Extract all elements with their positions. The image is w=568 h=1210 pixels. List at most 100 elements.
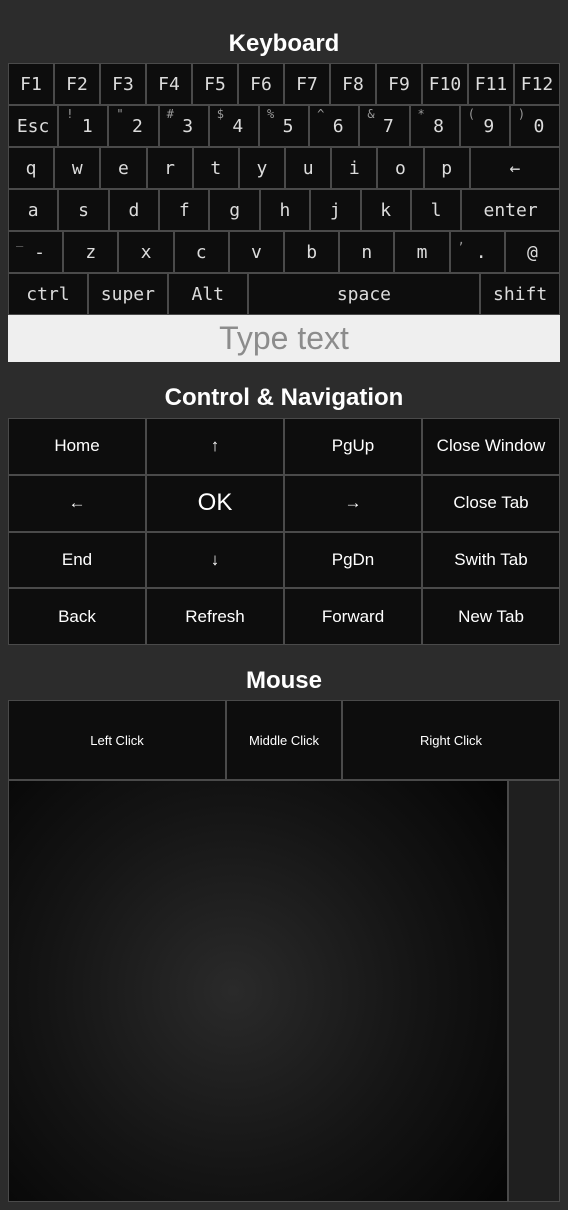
home-button[interactable]: Home — [8, 418, 146, 475]
key-f12[interactable]: F12 — [514, 63, 560, 105]
key-ctrl[interactable]: ctrl — [8, 273, 88, 315]
key-g[interactable]: g — [209, 189, 260, 231]
keyboard-row: ctrl super Alt space shift — [8, 273, 561, 315]
key-alt[interactable]: Alt — [167, 273, 248, 315]
key-1[interactable]: ! 1 — [58, 105, 109, 147]
key-t[interactable]: t — [192, 147, 239, 189]
key-label: l — [430, 199, 442, 221]
key-space[interactable]: space — [247, 273, 481, 315]
key-z[interactable]: z — [63, 231, 119, 273]
up-arrow-button[interactable]: ↑ — [146, 418, 284, 475]
key-f3[interactable]: F3 — [100, 63, 146, 105]
key-8[interactable]: * 8 — [409, 105, 460, 147]
key-f11[interactable]: F11 — [468, 63, 514, 105]
keyboard: F1 F2 F3 F4 F5 F6 F7 F8 F9 F10 F11 F12 Esc! 1 " 2 #3 $4% 5… — [8, 63, 561, 315]
key-v[interactable]: v — [228, 231, 285, 273]
new-tab-button[interactable]: New Tab — [422, 588, 560, 645]
key-e[interactable]: e — [100, 147, 147, 189]
middle-click-button[interactable]: Middle Click — [226, 700, 342, 780]
key-label: 8 — [433, 115, 445, 137]
key-backspace[interactable]: ← — [469, 147, 561, 189]
key-k[interactable]: k — [360, 189, 411, 231]
key-y[interactable]: y — [238, 147, 286, 189]
key-p[interactable]: p — [423, 147, 470, 189]
key-period[interactable]: ,. — [449, 231, 505, 273]
refresh-button[interactable]: Refresh — [146, 588, 284, 645]
forward-button[interactable]: Forward — [284, 588, 422, 645]
end-button[interactable]: End — [8, 531, 146, 589]
key-at[interactable]: @ — [504, 231, 561, 273]
key-label: 6 — [332, 115, 344, 137]
left-click-button[interactable]: Left Click — [8, 700, 226, 780]
back-button[interactable]: Back — [8, 588, 146, 645]
key-l[interactable]: l — [410, 189, 462, 231]
right-click-button[interactable]: Right Click — [342, 700, 560, 780]
key-4[interactable]: $4 — [208, 105, 259, 147]
key-a[interactable]: a — [8, 189, 59, 231]
key-label: t — [210, 157, 222, 179]
key-label: n — [361, 241, 373, 263]
key-esc[interactable]: Esc — [8, 105, 59, 147]
close-window-button[interactable]: Close Window — [422, 418, 560, 475]
key-enter[interactable]: enter — [461, 189, 560, 231]
page-down-button[interactable]: PgDn — [284, 531, 422, 589]
key-f6[interactable]: F6 — [238, 63, 284, 105]
key-f2[interactable]: F2 — [54, 63, 100, 105]
key-h[interactable]: h — [259, 189, 311, 231]
key-c[interactable]: c — [173, 231, 229, 273]
key-shift-label: * — [417, 107, 425, 121]
switch-tab-button[interactable]: Swith Tab — [422, 531, 560, 589]
key-shift-label: ! — [66, 107, 74, 121]
key-f9[interactable]: F9 — [376, 63, 422, 105]
key-f10[interactable]: F10 — [422, 63, 468, 105]
key-2[interactable]: " 2 — [108, 105, 159, 147]
key-9[interactable]: (9 — [459, 105, 510, 147]
key-n[interactable]: n — [339, 231, 395, 273]
key-m[interactable]: m — [394, 231, 450, 273]
key-d[interactable]: d — [108, 189, 160, 231]
type-text-input[interactable]: Type text — [8, 315, 560, 362]
key-shift-label: & — [367, 107, 375, 121]
key-q[interactable]: q — [8, 147, 55, 189]
key-w[interactable]: w — [54, 147, 101, 189]
key-u[interactable]: u — [285, 147, 332, 189]
key-o[interactable]: o — [377, 147, 424, 189]
left-arrow-button[interactable]: ← — [8, 474, 146, 532]
scroll-strip[interactable] — [508, 780, 560, 1202]
key-6[interactable]: ^ 6 — [309, 105, 360, 147]
key-label: super — [100, 283, 155, 305]
key-5[interactable]: % 5 — [258, 105, 310, 147]
touchpad[interactable] — [8, 780, 508, 1202]
key-s[interactable]: s — [58, 189, 109, 231]
ok-button[interactable]: OK — [146, 474, 284, 532]
key-f1[interactable]: F1 — [8, 63, 54, 105]
key-b[interactable]: b — [284, 231, 340, 273]
key-f8[interactable]: F8 — [330, 63, 376, 105]
key-7[interactable]: & 7 — [359, 105, 410, 147]
key-label: 1 — [81, 115, 93, 137]
keyboard-row: a s d f g h j k l enter — [8, 189, 560, 231]
right-arrow-button[interactable]: → — [284, 474, 422, 532]
key-j[interactable]: j — [310, 189, 361, 231]
key-r[interactable]: r — [146, 147, 193, 189]
key-shift-label: _ — [16, 233, 24, 247]
key-3[interactable]: #3 — [158, 105, 209, 147]
key-0[interactable]: ) 0 — [509, 105, 561, 147]
key-f7[interactable]: F7 — [284, 63, 330, 105]
key-label: 3 — [182, 115, 194, 137]
key-minus[interactable]: _ - — [8, 231, 64, 273]
key-label: F12 — [520, 73, 554, 95]
key-super[interactable]: super — [87, 273, 168, 315]
page-up-button[interactable]: PgUp — [284, 418, 422, 475]
key-label: b — [306, 241, 318, 263]
keyboard-row: F1 F2 F3 F4 F5 F6 F7 F8 F9 F10 F11 F12 — [8, 63, 560, 105]
close-tab-button[interactable]: Close Tab — [422, 474, 560, 532]
key-f[interactable]: f — [159, 189, 210, 231]
key-shift[interactable]: shift — [480, 273, 561, 315]
key-f4[interactable]: F4 — [146, 63, 192, 105]
key-label: i — [348, 157, 360, 179]
key-i[interactable]: i — [331, 147, 378, 189]
key-x[interactable]: x — [118, 231, 174, 273]
key-f5[interactable]: F5 — [192, 63, 238, 105]
down-arrow-button[interactable]: ↓ — [146, 531, 284, 589]
